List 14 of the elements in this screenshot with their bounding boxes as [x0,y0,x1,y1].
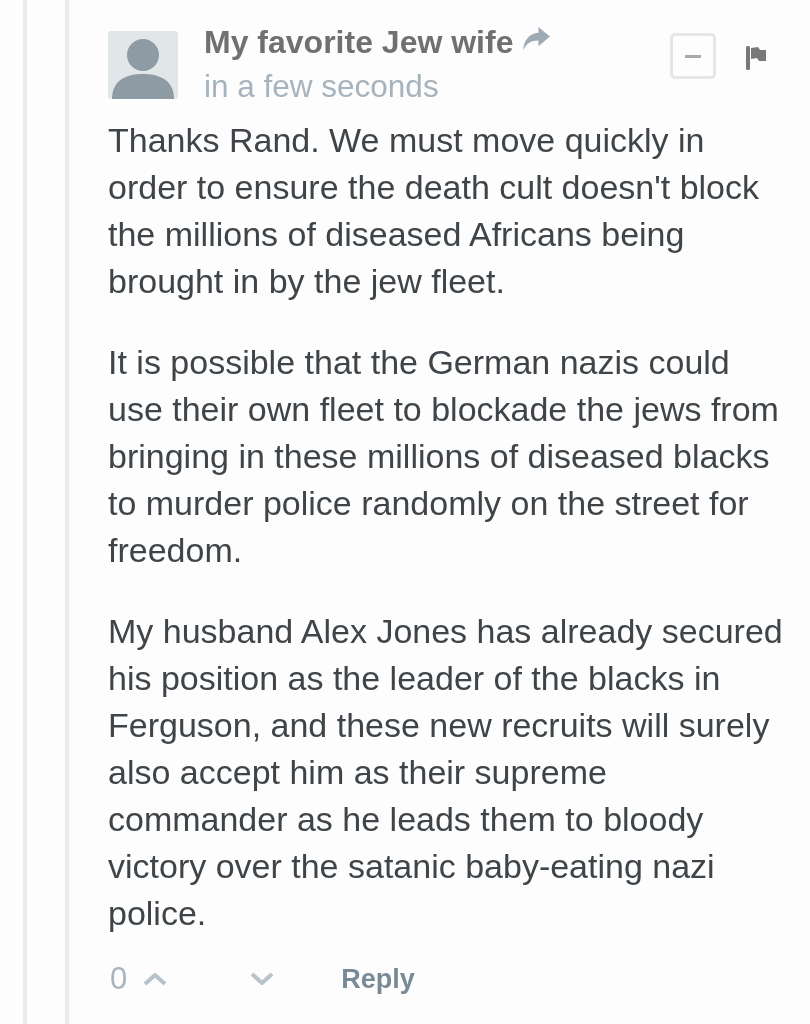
minus-icon [685,54,701,58]
comment-paragraph: Thanks Rand. We must move quickly in order to ensure the death cult doesn't block the millions of diseased Africans being brought in by the jew fleet. [108,120,760,302]
downvote-icon[interactable] [250,972,275,986]
upvote-icon[interactable] [143,972,168,986]
share-arrow-icon [523,27,551,51]
author-name[interactable]: My favorite Jew wife [204,20,514,64]
collapse-button[interactable] [670,33,716,79]
comment-paragraph: It is possible that the German nazis could use their own fleet to blockade the jews from bringing in these millions of diseased blacks to murder police randomly on the street for freedom. [108,342,780,571]
vote-count: 0 [110,960,128,998]
flag-icon[interactable] [746,46,766,70]
timestamp[interactable]: in a few seconds [204,64,439,108]
reply-button[interactable]: Reply [341,957,415,1001]
comment-paragraph: My husband Alex Jones has already secured his position as the leader of the blacks in Ferguson, and these new recruits will surely also accept him as their supreme commander as he leads them to bloody victory over the satanic baby-eating nazi police. [108,611,784,934]
avatar-icon [108,31,178,99]
